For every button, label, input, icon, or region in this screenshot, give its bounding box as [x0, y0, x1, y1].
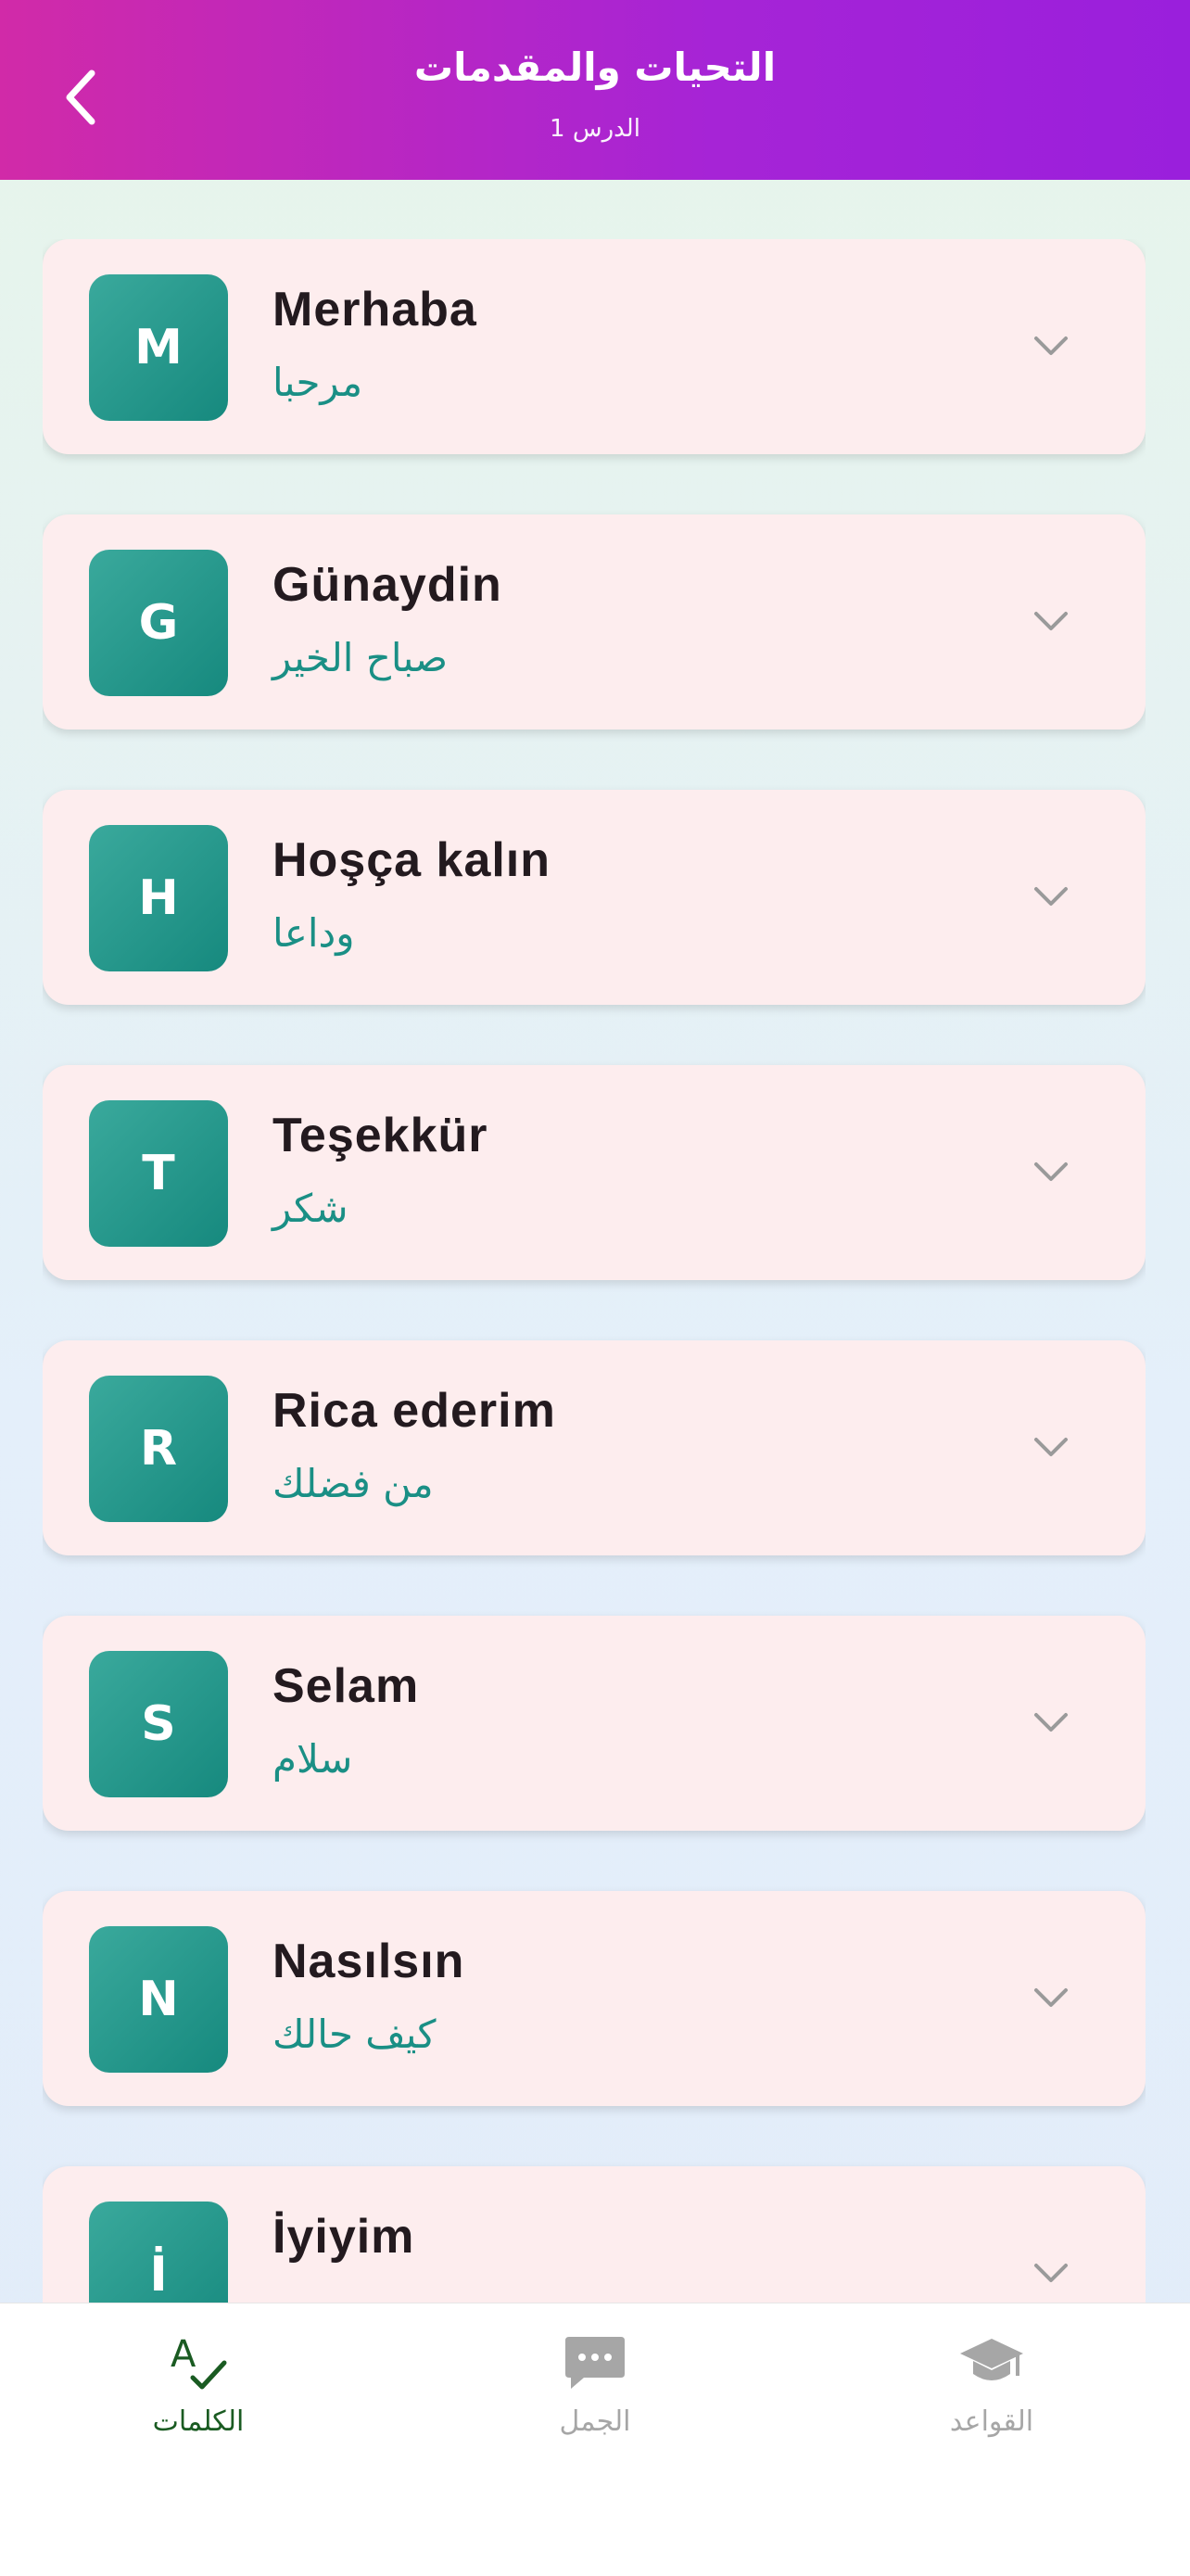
- word-translation: كيف حالك: [272, 2011, 437, 2057]
- tab-grammar[interactable]: القواعد: [880, 2329, 1103, 2487]
- word-translation: صباح الخير: [272, 635, 449, 680]
- letter-avatar: S: [89, 1651, 228, 1797]
- chevron-down-icon[interactable]: [1031, 1153, 1071, 1190]
- word-translation: شكر: [272, 1186, 348, 1231]
- tab-sentences-label: الجمل: [559, 2405, 631, 2438]
- graduation-cap-icon: [958, 2329, 1025, 2396]
- word-card[interactable]: N Nasılsın كيف حالك: [43, 1891, 1146, 2106]
- word-text: Selam: [272, 1659, 420, 1713]
- word-text: Merhaba: [272, 283, 477, 336]
- chevron-down-icon[interactable]: [1031, 878, 1071, 915]
- letter-avatar: R: [89, 1376, 228, 1522]
- tab-grammar-label: القواعد: [949, 2405, 1034, 2438]
- word-translation: مرحبا: [272, 360, 363, 405]
- chevron-down-icon[interactable]: [1031, 327, 1071, 364]
- word-card[interactable]: H Hoşça kalın وداعا: [43, 790, 1146, 1005]
- word-card[interactable]: İ İyiyim: [43, 2166, 1146, 2303]
- letter-avatar: N: [89, 1926, 228, 2073]
- word-translation: سلام: [272, 1736, 353, 1782]
- letter-avatar: M: [89, 274, 228, 421]
- word-card[interactable]: R Rica ederim من فضلك: [43, 1340, 1146, 1555]
- letter-avatar: H: [89, 825, 228, 971]
- bottom-navigation: A الكلمات الجمل القواعد: [0, 2303, 1190, 2576]
- word-card[interactable]: S Selam سلام: [43, 1616, 1146, 1831]
- word-text: Nasılsın: [272, 1935, 465, 1988]
- letter-avatar: T: [89, 1100, 228, 1247]
- word-text: Rica ederim: [272, 1384, 556, 1438]
- chevron-down-icon[interactable]: [1031, 1428, 1071, 1466]
- word-translation: وداعا: [272, 910, 355, 956]
- page-subtitle: الدرس 1: [550, 115, 640, 143]
- chevron-down-icon[interactable]: [1031, 1979, 1071, 2016]
- word-text: Teşekkür: [272, 1109, 488, 1162]
- app-header: التحيات والمقدمات الدرس 1: [0, 0, 1190, 180]
- letter-avatar: İ: [89, 2202, 228, 2303]
- word-list: M Merhaba مرحبا G Günaydin صباح الخير H …: [43, 239, 1146, 2303]
- word-translation: من فضلك: [272, 1461, 434, 1506]
- word-text: Günaydin: [272, 558, 502, 612]
- word-card[interactable]: T Teşekkür شكر: [43, 1065, 1146, 1280]
- word-text: İyiyim: [272, 2210, 415, 2264]
- chevron-down-icon[interactable]: [1031, 603, 1071, 640]
- chevron-down-icon[interactable]: [1031, 2254, 1071, 2291]
- tab-words-label: الكلمات: [152, 2405, 245, 2438]
- tab-sentences[interactable]: الجمل: [484, 2329, 706, 2487]
- chat-bubble-icon: [562, 2329, 628, 2396]
- svg-text:A: A: [171, 2333, 196, 2376]
- word-text: Hoşça kalın: [272, 833, 551, 887]
- word-card[interactable]: M Merhaba مرحبا: [43, 239, 1146, 454]
- page-title: التحيات والمقدمات: [413, 44, 777, 90]
- spellcheck-icon: A: [165, 2329, 232, 2396]
- letter-avatar: G: [89, 550, 228, 696]
- tab-words[interactable]: A الكلمات: [87, 2329, 310, 2487]
- chevron-down-icon[interactable]: [1031, 1704, 1071, 1741]
- word-card[interactable]: G Günaydin صباح الخير: [43, 514, 1146, 730]
